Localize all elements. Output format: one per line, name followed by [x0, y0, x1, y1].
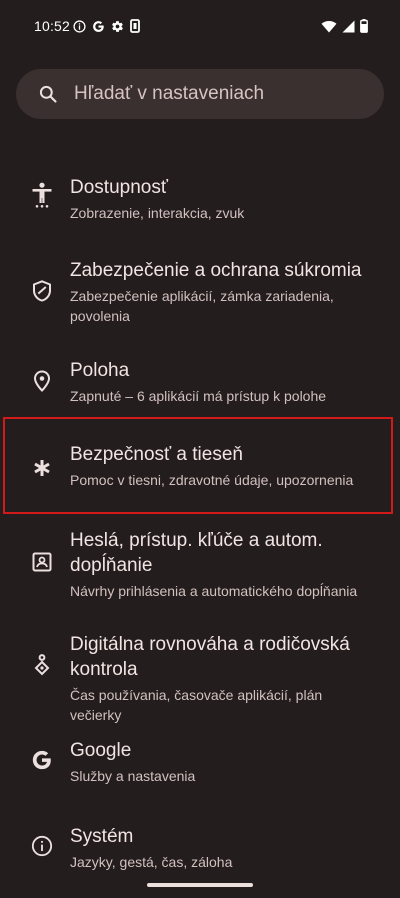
status-bar: 10:52: [0, 0, 400, 52]
setting-subtitle: Návrhy prihlásenia a automatického dopĺň…: [70, 583, 358, 599]
setting-title: Dostupnosť: [70, 177, 168, 198]
setting-subtitle: Zabezpečenie aplikácií, zámka zariadenia…: [70, 288, 334, 324]
setting-title: Zabezpečenie a ochrana súkromia: [70, 260, 362, 281]
setting-title: Heslá, prístup. kľúče a autom. dopĺňanie: [70, 530, 323, 576]
settings-status-icon: [112, 20, 123, 32]
setting-text: Poloha Zapnuté – 6 aplikácií má prístup …: [70, 358, 376, 406]
google-status-icon: [93, 20, 104, 32]
setting-digital-wellbeing[interactable]: Digitálna rovnováha a rodičovská kontrol…: [0, 628, 400, 723]
setting-security-privacy[interactable]: Zabezpečenie a ochrana súkromia Zabezpeč…: [0, 248, 400, 338]
setting-title: Google: [70, 740, 132, 761]
search-placeholder: Hľadať v nastaveniach: [74, 83, 265, 104]
signal-icon: [342, 20, 355, 32]
setting-text: Digitálna rovnováha a rodičovská kontrol…: [70, 632, 376, 725]
location-pin-icon: [30, 369, 54, 393]
setting-location[interactable]: Poloha Zapnuté – 6 aplikácií má prístup …: [0, 348, 400, 416]
asterisk-icon: [30, 456, 54, 480]
setting-text: Systém Jazyky, gestá, čas, záloha: [70, 824, 376, 872]
setting-system[interactable]: Systém Jazyky, gestá, čas, záloha: [0, 814, 400, 882]
setting-subtitle: Zobrazenie, interakcia, zvuk: [70, 205, 245, 221]
setting-subtitle: Jazyky, gestá, čas, záloha: [70, 854, 233, 870]
battery-icon: [360, 19, 368, 33]
setting-title: Systém: [70, 826, 134, 847]
search-icon: [36, 82, 60, 106]
status-time: 10:52: [34, 18, 71, 34]
info-status-icon: [73, 19, 86, 33]
setting-text: Dostupnosť Zobrazenie, interakcia, zvuk: [70, 175, 376, 223]
setting-title: Bezpečnosť a tieseň: [70, 444, 243, 465]
setting-text: Google Služby a nastavenia: [70, 738, 376, 786]
wifi-icon: [321, 20, 337, 32]
search-bar[interactable]: Hľadať v nastaveniach: [16, 69, 384, 119]
setting-subtitle: Čas používania, časovače aplikácií, plán…: [70, 687, 323, 723]
status-icons-left: [73, 19, 140, 33]
accessibility-icon: [30, 182, 54, 208]
setting-text: Heslá, prístup. kľúče a autom. dopĺňanie…: [70, 528, 376, 601]
setting-safety-emergency[interactable]: Bezpečnosť a tieseň Pomoc v tiesni, zdra…: [0, 432, 400, 512]
status-icons-right: [321, 19, 368, 33]
shield-icon: [30, 279, 54, 303]
person-card-icon: [30, 550, 54, 574]
setting-subtitle: Služby a nastavenia: [70, 768, 196, 784]
setting-title: Poloha: [70, 360, 130, 381]
setting-google[interactable]: Google Služby a nastavenia: [0, 728, 400, 796]
setting-accessibility[interactable]: Dostupnosť Zobrazenie, interakcia, zvuk: [0, 165, 400, 245]
google-icon: [30, 748, 54, 772]
setting-text: Zabezpečenie a ochrana súkromia Zabezpeč…: [70, 258, 376, 326]
setting-subtitle: Pomoc v tiesni, zdravotné údaje, upozorn…: [70, 472, 354, 488]
phone-status-icon: [130, 19, 140, 33]
gesture-nav-handle[interactable]: [147, 883, 253, 887]
setting-passwords-autofill[interactable]: Heslá, prístup. kľúče a autom. dopĺňanie…: [0, 524, 400, 614]
setting-text: Bezpečnosť a tieseň Pomoc v tiesni, zdra…: [70, 442, 376, 490]
setting-subtitle: Zapnuté – 6 aplikácií má prístup k poloh…: [70, 388, 327, 404]
info-icon: [30, 834, 54, 858]
setting-title: Digitálna rovnováha a rodičovská kontrol…: [70, 634, 350, 680]
wellbeing-icon: [30, 653, 54, 677]
